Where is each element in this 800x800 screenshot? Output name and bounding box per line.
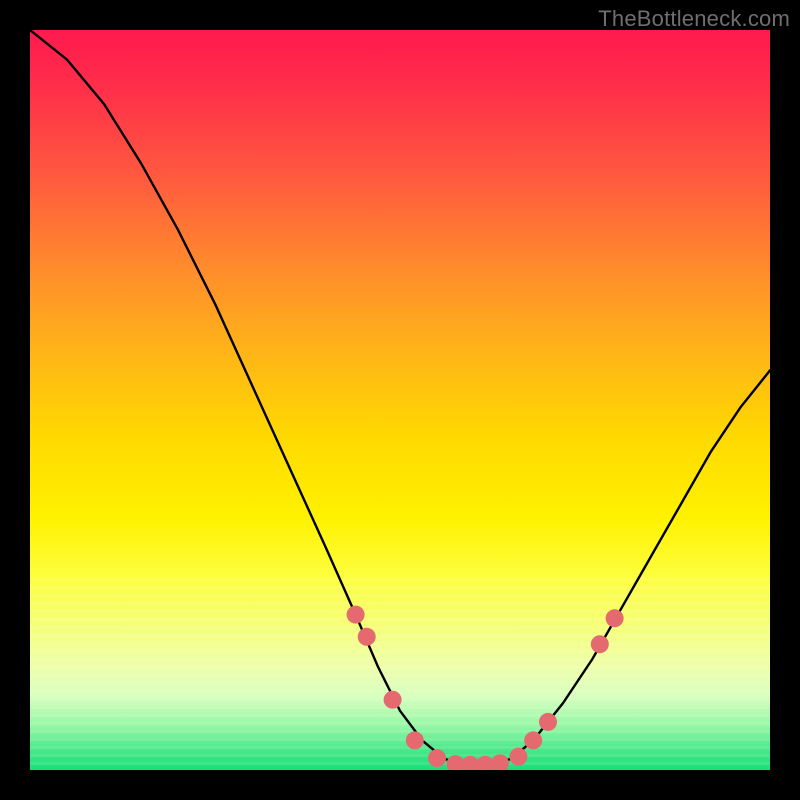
highlight-dot [606, 609, 624, 627]
highlight-dot [428, 749, 446, 767]
chart-svg [30, 30, 770, 770]
highlight-dot [491, 754, 509, 770]
highlight-dot [509, 748, 527, 766]
highlight-dot [524, 731, 542, 749]
highlight-dot [539, 713, 557, 731]
plot-area [30, 30, 770, 770]
bottleneck-curve [30, 30, 770, 765]
highlight-dot [384, 691, 402, 709]
highlight-dot [406, 731, 424, 749]
highlight-dot [591, 635, 609, 653]
highlight-dot [358, 628, 376, 646]
chart-frame: TheBottleneck.com [0, 0, 800, 800]
highlight-dot [347, 606, 365, 624]
watermark-text: TheBottleneck.com [598, 6, 790, 32]
